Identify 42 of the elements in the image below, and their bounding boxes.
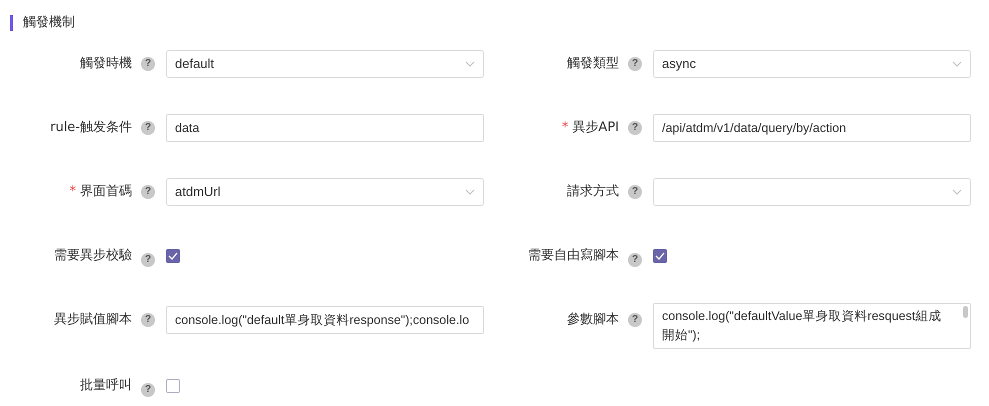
chevron-down-icon [952, 61, 962, 67]
field-label: 參數腳本 [567, 311, 619, 330]
field-label: 請求方式 [567, 183, 619, 202]
help-icon[interactable]: ? [141, 253, 155, 267]
help-icon[interactable]: ? [628, 313, 642, 327]
checkbox[interactable] [166, 379, 180, 393]
input-field[interactable]: /api/atdm/v1/data/query/by/action [653, 114, 971, 142]
field-label: 需要自由寫腳本 [528, 247, 619, 266]
help-icon[interactable]: ? [628, 57, 642, 71]
field-label: 觸發類型 [567, 55, 619, 74]
help-icon[interactable]: ? [141, 383, 155, 397]
select-field[interactable]: atdmUrl [166, 178, 484, 206]
input-field[interactable]: console.log("default單身取資料response");console.lo [166, 306, 484, 334]
field-label: 批量呼叫 [80, 377, 132, 396]
field-label: 觸發時機 [80, 55, 132, 74]
field-label: 異步賦值腳本 [54, 311, 132, 330]
checkbox[interactable] [653, 249, 667, 263]
textarea-field[interactable]: console.log("defaultValue單身取資料resquest組成開始"); [653, 303, 971, 349]
chevron-down-icon [465, 189, 475, 195]
required-asterisk: * [562, 119, 568, 138]
required-asterisk: * [70, 183, 76, 202]
field-label: rule-触发条件 [50, 119, 132, 138]
section-title: 觸發機制 [23, 14, 75, 32]
select-field[interactable] [653, 178, 971, 206]
help-icon[interactable]: ? [628, 121, 642, 135]
help-icon[interactable]: ? [141, 57, 155, 71]
field-label: 異步API [572, 119, 619, 138]
help-icon[interactable]: ? [628, 253, 642, 267]
select-field[interactable]: async [653, 50, 971, 78]
chevron-down-icon [952, 189, 962, 195]
help-icon[interactable]: ? [141, 121, 155, 135]
field-label: 界面首碼 [80, 183, 132, 202]
scrollbar-thumb[interactable] [963, 306, 968, 318]
field-label: 需要異步校驗 [54, 247, 132, 266]
help-icon[interactable]: ? [141, 313, 155, 327]
input-field[interactable]: data [166, 114, 484, 142]
select-field[interactable]: default [166, 50, 484, 78]
help-icon[interactable]: ? [141, 185, 155, 199]
chevron-down-icon [465, 61, 475, 67]
help-icon[interactable]: ? [628, 185, 642, 199]
section-marker [10, 14, 13, 30]
checkbox[interactable] [166, 249, 180, 263]
